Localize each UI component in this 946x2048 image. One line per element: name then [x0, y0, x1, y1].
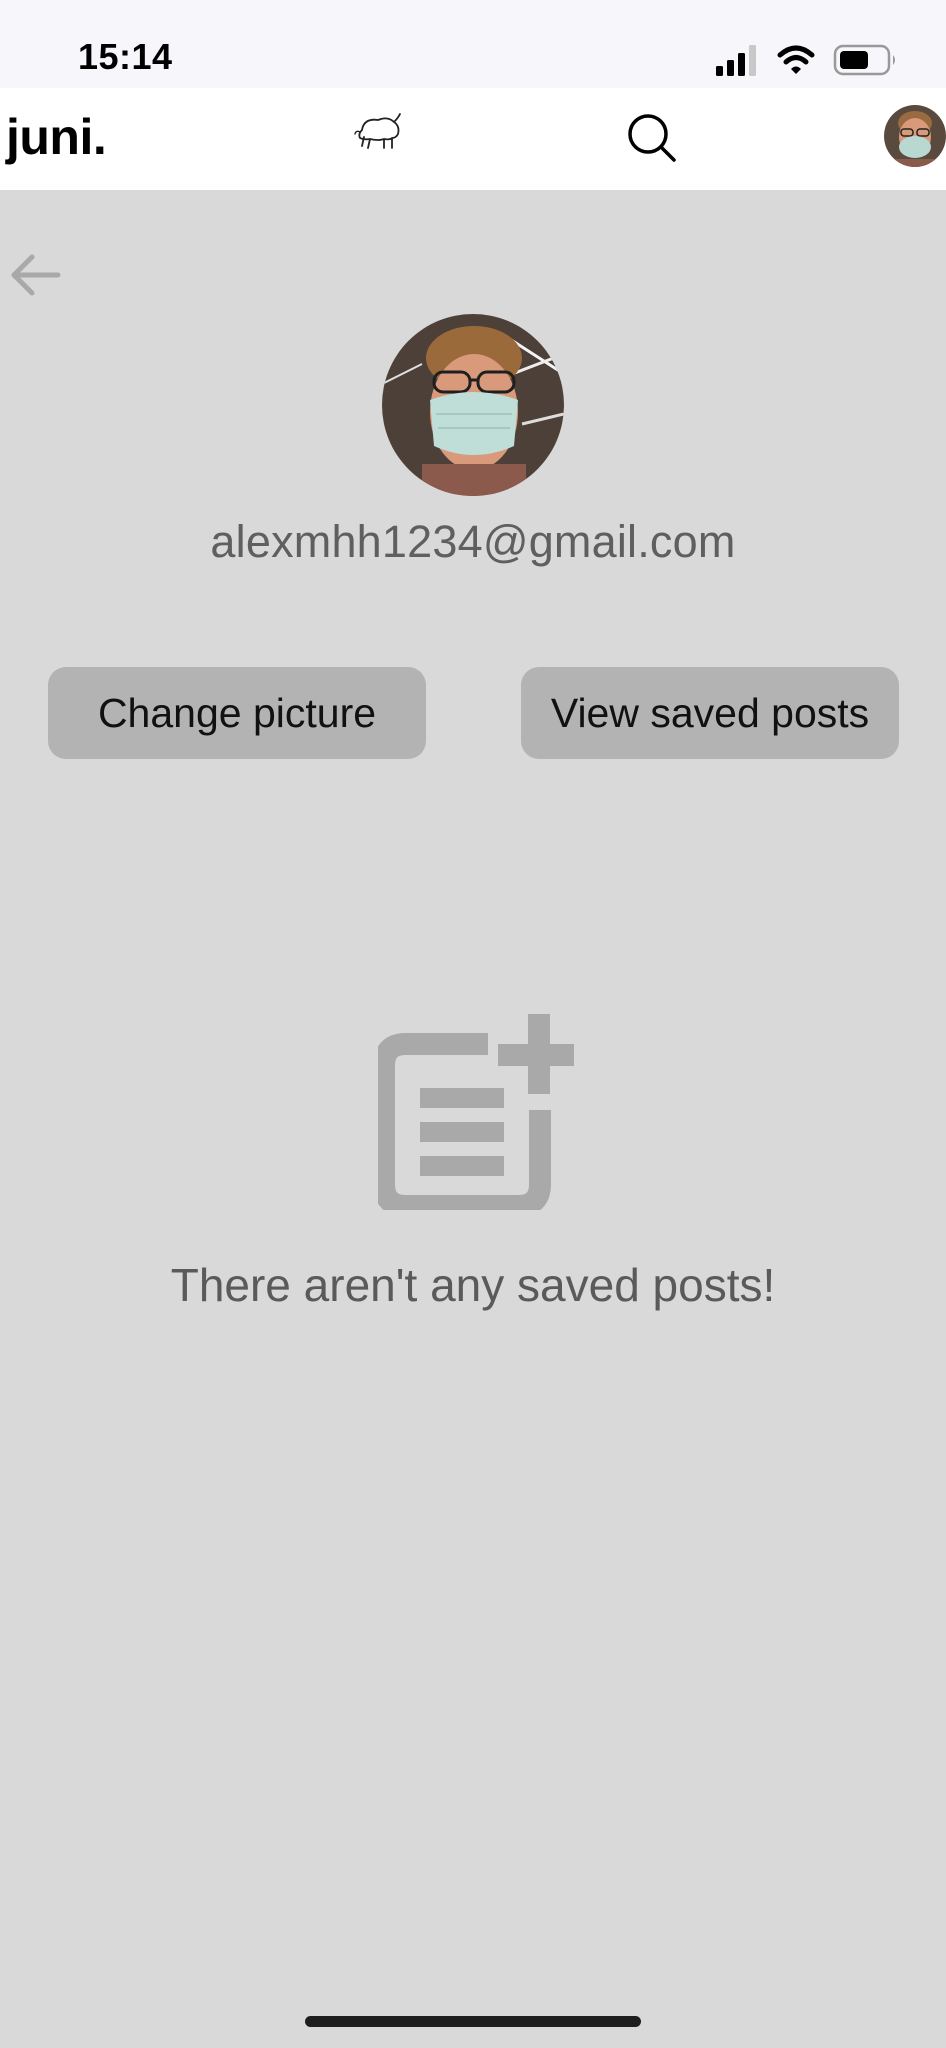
back-arrow-icon[interactable] [8, 252, 62, 298]
brand-logo-text[interactable]: juni. [6, 108, 107, 166]
bison-logo-icon[interactable] [352, 108, 406, 158]
avatar-photo [884, 105, 946, 167]
home-indicator[interactable] [305, 2016, 641, 2027]
nav-user-avatar[interactable] [884, 105, 946, 167]
cellular-signal-icon [716, 45, 756, 76]
add-post-icon [378, 1014, 574, 1210]
profile-email: alexmhh1234@gmail.com [210, 516, 736, 567]
battery-icon [833, 44, 895, 76]
view-saved-posts-button[interactable]: View saved posts [521, 667, 899, 759]
change-picture-button[interactable]: Change picture [48, 667, 426, 759]
status-icons [716, 44, 895, 76]
search-icon[interactable] [624, 110, 680, 166]
profile-avatar [382, 314, 564, 496]
status-time: 15:14 [78, 36, 173, 77]
profile-photo [382, 314, 564, 496]
top-nav-bar: juni. [0, 88, 946, 190]
empty-state-message: There aren't any saved posts! [170, 1259, 776, 1311]
wifi-icon [777, 45, 815, 74]
status-bar: 15:14 [0, 0, 946, 88]
